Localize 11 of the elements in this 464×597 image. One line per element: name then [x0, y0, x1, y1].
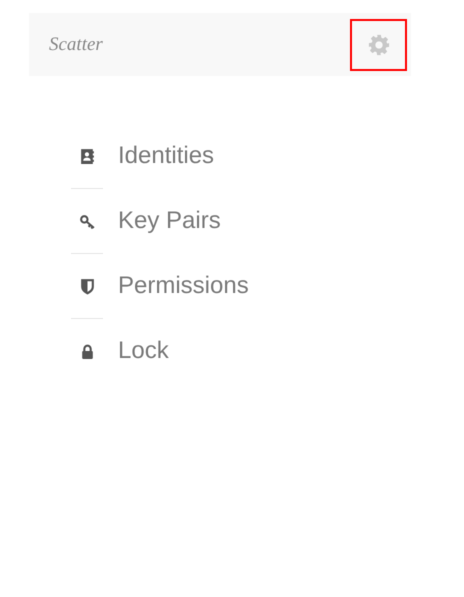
app-logo: Scatter	[49, 34, 103, 56]
menu-item[interactable]: Permissions	[71, 254, 249, 318]
settings-icon	[368, 34, 390, 56]
padlock-icon	[79, 342, 96, 360]
key-icon	[79, 212, 96, 230]
settings-button[interactable]	[350, 18, 407, 70]
menu-item[interactable]: Lock	[71, 319, 169, 383]
contact-book-icon	[79, 148, 96, 164]
menu-item[interactable]: Key Pairs	[71, 189, 221, 253]
shield-icon	[79, 278, 96, 294]
menu-item[interactable]: Identities	[71, 124, 214, 188]
